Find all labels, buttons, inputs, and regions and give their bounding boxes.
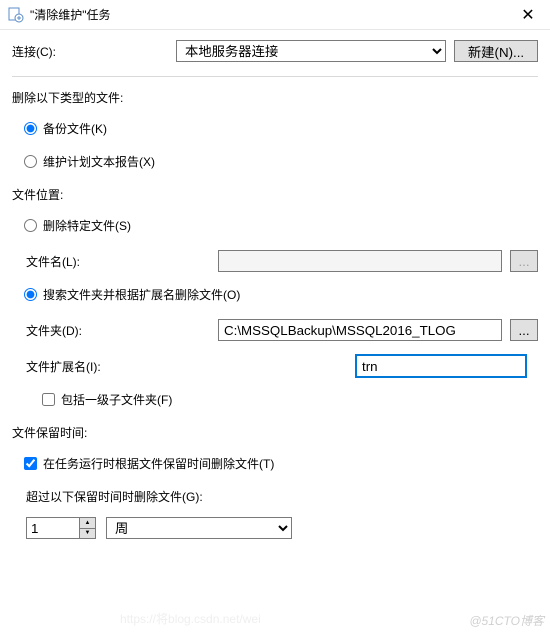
backup-files-radio-input[interactable] <box>24 122 37 135</box>
maint-reports-label: 维护计划文本报告(X) <box>43 153 155 170</box>
include-sub-label: 包括一级子文件夹(F) <box>61 391 172 408</box>
ext-label: 文件扩展名(I): <box>26 358 210 375</box>
retention-unit-select[interactable]: 周 <box>106 517 292 539</box>
specific-file-radio[interactable]: 删除特定文件(S) <box>24 217 538 234</box>
retention-checkbox[interactable]: 在任务运行时根据文件保留时间删除文件(T) <box>24 455 538 472</box>
spinner-up-icon[interactable]: ▲ <box>80 518 95 529</box>
folder-browse-button[interactable]: ... <box>510 319 538 341</box>
maint-reports-radio-input[interactable] <box>24 155 37 168</box>
retention-number-spinner[interactable]: ▲ ▼ <box>26 517 96 539</box>
maint-reports-radio[interactable]: 维护计划文本报告(X) <box>24 153 538 170</box>
delete-types-heading: 删除以下类型的文件: <box>12 89 538 106</box>
watermark-url: https://将blog.csdn.net/wei <box>120 610 261 627</box>
folder-input[interactable] <box>218 319 502 341</box>
backup-files-radio[interactable]: 备份文件(K) <box>24 120 538 137</box>
search-folder-label: 搜索文件夹并根据扩展名删除文件(O) <box>43 286 240 303</box>
backup-files-label: 备份文件(K) <box>43 120 107 137</box>
new-connection-button[interactable]: 新建(N)... <box>454 40 538 62</box>
search-folder-radio-input[interactable] <box>24 288 37 301</box>
ext-input[interactable] <box>356 355 526 377</box>
include-sub-checkbox-input[interactable] <box>42 393 55 406</box>
close-icon[interactable]: ✕ <box>508 1 548 29</box>
watermark-text: @51CTO博客 <box>469 612 544 629</box>
include-sub-checkbox[interactable]: 包括一级子文件夹(F) <box>42 391 538 408</box>
separator <box>12 76 538 77</box>
filename-input <box>218 250 502 272</box>
connection-select[interactable]: 本地服务器连接 <box>176 40 446 62</box>
filename-label: 文件名(L): <box>26 253 210 270</box>
threshold-label: 超过以下保留时间时删除文件(G): <box>26 488 538 505</box>
specific-file-label: 删除特定文件(S) <box>43 217 131 234</box>
retention-heading: 文件保留时间: <box>12 424 538 441</box>
specific-file-radio-input[interactable] <box>24 219 37 232</box>
retention-checkbox-input[interactable] <box>24 457 37 470</box>
file-location-heading: 文件位置: <box>12 186 538 203</box>
app-icon <box>8 7 24 23</box>
retention-checkbox-label: 在任务运行时根据文件保留时间删除文件(T) <box>43 455 274 472</box>
window-title: "清除维护"任务 <box>30 6 508 23</box>
retention-number-input[interactable] <box>27 518 79 538</box>
search-folder-radio[interactable]: 搜索文件夹并根据扩展名删除文件(O) <box>24 286 538 303</box>
folder-label: 文件夹(D): <box>26 322 210 339</box>
spinner-down-icon[interactable]: ▼ <box>80 529 95 539</box>
connection-label: 连接(C): <box>12 43 168 60</box>
filename-browse-button: ... <box>510 250 538 272</box>
